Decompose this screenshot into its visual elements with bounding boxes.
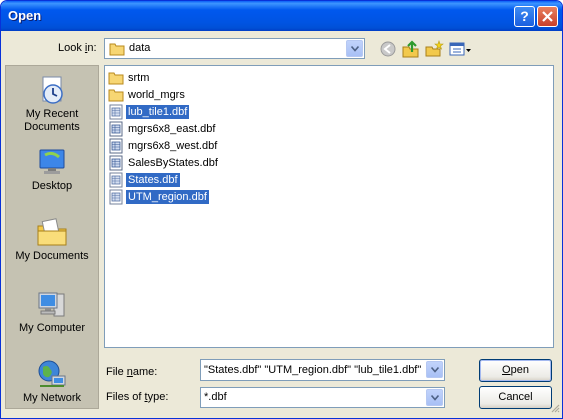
recent-documents-icon [36,74,68,106]
files-of-type-value: *.dbf [204,391,227,403]
chevron-down-icon [350,46,359,52]
dbf-file-icon [108,155,124,171]
dbf-file-icon [108,121,124,137]
back-button[interactable] [378,39,398,59]
file-name: States.dbf [126,173,180,187]
file-name: UTM_region.dbf [126,190,209,204]
my-documents-icon [36,216,68,248]
file-name: mgrs6x8_east.dbf [128,123,216,135]
file-name: lub_tile1.dbf [126,105,190,119]
views-menu-icon [449,42,471,56]
look-in-dropdown-button[interactable] [346,40,363,57]
help-button[interactable]: ? [514,6,535,27]
places-bar: My Recent Documents Desktop My Documents… [5,65,99,409]
cancel-button[interactable]: Cancel [479,386,552,409]
dbf-file-icon [108,138,124,154]
place-label: My Network [22,392,82,404]
files-of-type-select[interactable]: *.dbf [200,387,445,408]
open-dialog: Open ? Look in: data My Recent Documents… [0,0,563,419]
files-of-type-label: Files of type: [106,391,169,403]
files-of-type-dropdown-button[interactable] [426,389,443,406]
up-folder-icon [402,40,419,58]
back-icon [380,41,396,57]
place-label: My Documents [15,250,89,262]
folder-icon [109,42,125,59]
views-menu-button[interactable] [449,39,473,59]
desktop-icon [36,146,68,178]
new-folder-button[interactable] [424,39,444,59]
close-icon [542,11,553,22]
file-name: SalesByStates.dbf [128,157,218,169]
file-name: world_mgrs [128,89,185,101]
folder-icon [108,70,124,86]
look-in-label: Look in: [58,42,97,54]
new-folder-icon [425,40,444,57]
chevron-down-icon [430,367,439,373]
chevron-down-icon [430,395,439,401]
window-title: Open [8,8,42,23]
file-name-label: File name: [106,366,158,378]
place-my-documents[interactable]: My Documents [6,216,98,263]
place-desktop[interactable]: Desktop [6,146,98,193]
file-name: mgrs6x8_west.dbf [128,140,218,152]
my-computer-icon [36,288,68,320]
dbf-file-icon [108,104,124,120]
folder-icon [108,87,124,103]
file-name-input[interactable]: "States.dbf" "UTM_region.dbf" "lub_tile1… [200,359,445,381]
open-button[interactable]: Open [479,359,552,382]
title-bar[interactable]: Open ? [1,1,562,31]
close-button[interactable] [537,6,558,27]
my-network-icon [36,358,68,390]
dbf-file-icon [108,189,124,205]
place-my-computer[interactable]: My Computer [6,288,98,335]
file-name: srtm [128,72,150,84]
place-label: My Recent Documents [24,108,80,133]
dbf-file-icon [108,172,124,188]
file-name-value: "States.dbf" "UTM_region.dbf" "lub_tile1… [204,364,422,376]
up-one-level-button[interactable] [401,39,421,59]
resize-grip-icon[interactable] [550,403,560,416]
look-in-combo[interactable]: data [104,38,365,59]
place-my-recent-documents[interactable]: My Recent Documents [6,74,98,134]
place-label: Desktop [31,180,73,192]
place-label: My Computer [18,322,86,334]
file-list[interactable]: srtm world_mgrs lub_tile1.dbf mgrs6x8_ea… [104,65,554,348]
place-my-network[interactable]: My Network [6,358,98,405]
file-name-dropdown-button[interactable] [426,361,443,378]
look-in-value: data [129,42,151,54]
